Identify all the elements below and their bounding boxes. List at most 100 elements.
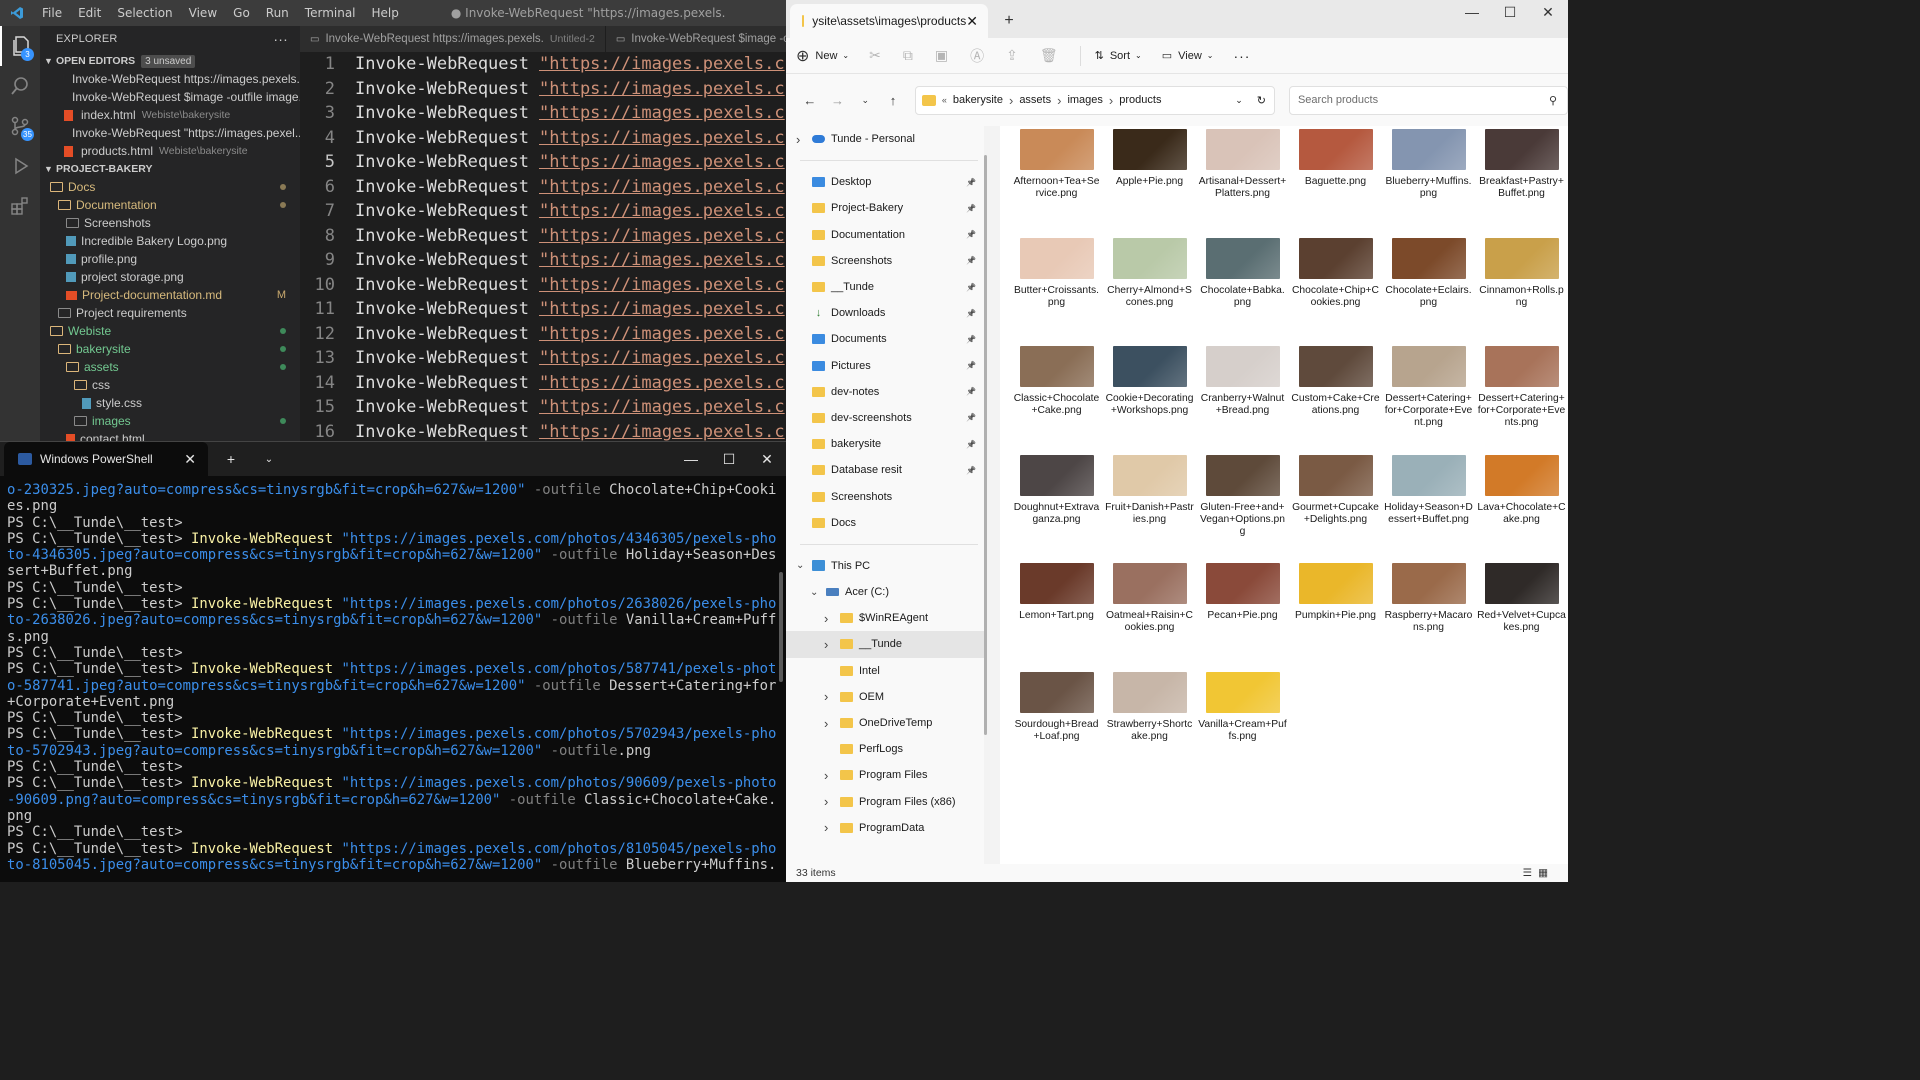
minimize-icon[interactable]: — (672, 451, 710, 467)
chevron-right-icon[interactable]: › (824, 794, 828, 809)
delete-icon[interactable]: 🗑 (1040, 47, 1058, 64)
file-tile[interactable]: Cookie+Decorating+Workshops.png (1103, 343, 1196, 417)
terminal-output[interactable]: o-230325.jpeg?auto=compress&cs=tinysrgb&… (0, 476, 786, 873)
new-tab-icon[interactable]: + (994, 4, 1024, 38)
breadcrumb-item[interactable]: images (1067, 94, 1102, 106)
sort-button[interactable]: ⇅ Sort ⌄ (1095, 49, 1142, 63)
editor-tab[interactable]: ▭ Invoke-WebRequest https://images.pexels… (300, 26, 606, 52)
nav-item[interactable]: __Tunde 📌 (786, 274, 984, 300)
open-editor-item[interactable]: index.html Webiste\bakerysite (40, 106, 300, 124)
tree-item[interactable]: Webiste (40, 322, 300, 340)
recent-chevron-icon[interactable]: ⌄ (851, 95, 879, 106)
file-tile[interactable]: Chocolate+Chip+Cookies.png (1289, 235, 1382, 309)
file-tile[interactable]: Pumpkin+Pie.png (1289, 560, 1382, 622)
nav-item[interactable]: Documentation 📌 (786, 222, 984, 248)
file-tile[interactable]: Custom+Cake+Creations.png (1289, 343, 1382, 417)
forward-arrow-icon[interactable]: → (824, 93, 852, 108)
tree-item[interactable]: Project-documentation.md M (40, 286, 300, 304)
chevron-down-icon[interactable]: ⌄ (250, 454, 288, 465)
file-tile[interactable]: Blueberry+Muffins.png (1382, 126, 1475, 200)
new-tab-icon[interactable]: + (212, 451, 250, 467)
chevron-down-icon[interactable]: ⌄ (810, 587, 818, 598)
nav-item[interactable]: dev-screenshots 📌 (786, 405, 984, 431)
project-header[interactable]: ▼ PROJECT-BAKERY (40, 160, 300, 178)
file-tile[interactable]: Chocolate+Eclairs.png (1382, 235, 1475, 309)
close-window-icon[interactable]: ✕ (1528, 4, 1568, 21)
file-tile[interactable]: Cherry+Almond+Scones.png (1103, 235, 1196, 309)
open-editor-item[interactable]: Invoke-WebRequest $image -outfile image.… (40, 88, 300, 106)
nav-item[interactable]: › Program Files (786, 762, 984, 788)
nav-item[interactable]: ↓ Downloads 📌 (786, 300, 984, 326)
search-box[interactable]: Search products ⚲ (1288, 85, 1569, 115)
nav-item[interactable]: PerfLogs (786, 736, 984, 762)
run-debug-activity-icon[interactable] (0, 146, 40, 186)
back-arrow-icon[interactable]: ← (796, 93, 824, 108)
chevron-right-icon[interactable]: › (824, 689, 828, 704)
refresh-icon[interactable]: ↻ (1257, 94, 1266, 107)
file-tile[interactable]: Holiday+Season+Dessert+Buffet.png (1382, 452, 1475, 526)
share-icon[interactable]: ⇪ (1006, 47, 1018, 64)
search-activity-icon[interactable] (0, 66, 40, 106)
nav-item[interactable]: ⌄ This PC (786, 553, 984, 579)
file-tile[interactable]: Vanilla+Cream+Puffs.png (1196, 669, 1289, 743)
tree-item[interactable]: Incredible Bakery Logo.png (40, 232, 300, 250)
nav-item[interactable]: Screenshots 📌 (786, 248, 984, 274)
nav-item[interactable]: Database resit 📌 (786, 457, 984, 483)
file-tile[interactable]: Pecan+Pie.png (1196, 560, 1289, 622)
menu-item-terminal[interactable]: Terminal (297, 6, 364, 20)
file-tile[interactable]: Cinnamon+Rolls.png (1475, 235, 1568, 309)
chevron-down-icon[interactable]: ⌄ (796, 560, 804, 571)
file-tile[interactable]: Oatmeal+Raisin+Cookies.png (1103, 560, 1196, 634)
nav-item[interactable]: › $WinREAgent (786, 605, 984, 631)
maximize-icon[interactable]: ☐ (710, 451, 748, 468)
close-tab-icon[interactable]: ✕ (184, 451, 196, 468)
file-tile[interactable]: Strawberry+Shortcake.png (1103, 669, 1196, 743)
tree-item[interactable]: bakerysite (40, 340, 300, 358)
nav-item[interactable]: › OEM (786, 684, 984, 710)
address-bar[interactable]: « bakerysite › assets › images › products ⌄ ↻ (914, 85, 1275, 115)
up-arrow-icon[interactable]: ↑ (879, 93, 907, 108)
chevron-right-icon[interactable]: › (824, 611, 828, 626)
view-toggle-icons[interactable]: ☰▦ (1523, 867, 1554, 879)
chevron-right-icon[interactable]: › (824, 768, 828, 783)
powershell-tab[interactable]: Windows PowerShell ✕ (4, 442, 208, 476)
tree-item[interactable]: Screenshots (40, 214, 300, 232)
tree-item[interactable]: Project requirements (40, 304, 300, 322)
open-editor-item[interactable]: products.html Webiste\bakerysite (40, 142, 300, 160)
breadcrumb-item[interactable]: products (1119, 94, 1161, 106)
menu-item-selection[interactable]: Selection (109, 6, 180, 20)
file-tile[interactable]: Breakfast+Pastry+Buffet.png (1475, 126, 1568, 200)
copy-icon[interactable]: ⧉ (903, 47, 913, 64)
extensions-activity-icon[interactable] (0, 186, 40, 226)
nav-item[interactable]: Desktop 📌 (786, 169, 984, 195)
file-tile[interactable]: Butter+Croissants.png (1010, 235, 1103, 309)
rename-icon[interactable]: Ⓐ (970, 46, 984, 66)
file-tile[interactable]: Classic+Chocolate+Cake.png (1010, 343, 1103, 417)
file-tile[interactable]: Red+Velvet+Cupcakes.png (1475, 560, 1568, 634)
nav-item[interactable]: Pictures 📌 (786, 353, 984, 379)
file-tile[interactable]: Gourmet+Cupcake+Delights.png (1289, 452, 1382, 526)
nav-item[interactable]: Intel (786, 658, 984, 684)
tree-item[interactable]: style.css (40, 394, 300, 412)
nav-item[interactable]: Project-Bakery 📌 (786, 195, 984, 221)
new-button[interactable]: ⊕ New ⌄ (796, 46, 849, 66)
menu-item-edit[interactable]: Edit (70, 6, 109, 20)
tree-item[interactable]: profile.png (40, 250, 300, 268)
file-tile[interactable]: Gluten-Free+and+Vegan+Options.png (1196, 452, 1289, 539)
paste-icon[interactable]: ▣ (935, 47, 948, 64)
tree-item[interactable]: css (40, 376, 300, 394)
more-actions-icon[interactable]: ··· (273, 31, 288, 47)
open-editor-item[interactable]: Invoke-WebRequest https://images.pexels.… (40, 70, 300, 88)
file-tile[interactable]: Chocolate+Babka.png (1196, 235, 1289, 309)
chevron-right-icon[interactable]: › (824, 820, 828, 835)
view-button[interactable]: ▭ View ⌄ (1162, 49, 1214, 63)
nav-item[interactable]: Docs (786, 510, 984, 536)
nav-item[interactable]: ⌄ Acer (C:) (786, 579, 984, 605)
chevron-right-icon[interactable]: › (824, 637, 828, 652)
tree-item[interactable]: images (40, 412, 300, 430)
nav-item[interactable]: › __Tunde (786, 631, 984, 658)
tree-item[interactable]: Docs (40, 178, 300, 196)
menu-item-view[interactable]: View (181, 6, 225, 20)
open-editor-item[interactable]: Invoke-WebRequest "https://images.pexel.… (40, 124, 300, 142)
menu-item-run[interactable]: Run (258, 6, 297, 20)
